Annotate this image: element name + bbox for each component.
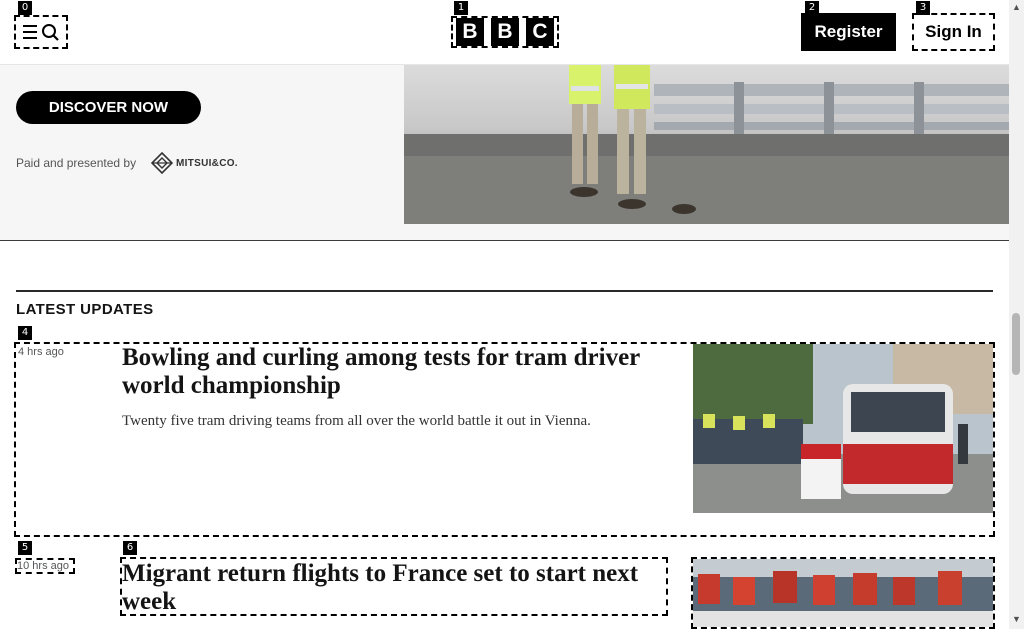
menu-search-icon (23, 24, 59, 41)
sponsor-logo[interactable]: MITSUI&CO. (151, 152, 238, 174)
logo-letter: B (491, 18, 519, 46)
menu-search-button[interactable] (14, 15, 68, 49)
article-headline: Migrant return flights to France set to … (122, 560, 639, 615)
element-tag: 2 (805, 1, 819, 15)
site-header: B B C Register Sign In (0, 0, 1009, 65)
mitsui-diamond-icon (151, 152, 173, 174)
page-scrollbar[interactable]: ▲ ▼ (1009, 0, 1024, 629)
article-thumbnail[interactable] (691, 557, 995, 629)
scroll-up-arrow-icon[interactable]: ▲ (1012, 2, 1021, 12)
article-summary: Twenty five tram driving teams from all … (122, 413, 591, 429)
element-tag: 5 (18, 541, 32, 555)
sponsor-photo[interactable] (404, 64, 1009, 224)
logo-letter: C (526, 18, 554, 46)
register-button[interactable]: Register (801, 13, 896, 51)
article-timestamp-link[interactable]: 10 hrs ago (15, 558, 75, 574)
element-tag: 6 (123, 541, 137, 555)
article-timestamp: 4 hrs ago (18, 346, 64, 358)
scrollbar-thumb[interactable] (1012, 313, 1020, 375)
article-thumbnail[interactable] (693, 344, 993, 513)
element-tag: 0 (18, 1, 32, 15)
element-tag: 3 (916, 1, 930, 15)
bbc-logo[interactable]: B B C (451, 16, 559, 48)
sponsored-banner: DISCOVER NOW Paid and presented by MITSU… (0, 64, 1009, 241)
logo-letter: B (456, 18, 484, 46)
element-tag: 4 (18, 326, 32, 340)
sponsor-name: MITSUI&CO. (176, 157, 238, 169)
sign-in-button[interactable]: Sign In (912, 13, 995, 51)
article-timestamp: 10 hrs ago (17, 560, 69, 572)
section-divider (16, 290, 993, 292)
article-headline-link[interactable]: Migrant return flights to France set to … (120, 557, 668, 616)
article-card[interactable]: 4 hrs ago Bowling and curling among test… (14, 342, 995, 537)
scroll-down-arrow-icon[interactable]: ▼ (1012, 614, 1021, 624)
discover-now-button[interactable]: DISCOVER NOW (16, 91, 201, 124)
element-tag: 1 (454, 1, 468, 15)
latest-updates-heading: LATEST UPDATES (16, 301, 154, 318)
article-headline[interactable]: Bowling and curling among tests for tram… (122, 344, 672, 400)
paid-presented-text: Paid and presented by (16, 156, 137, 170)
